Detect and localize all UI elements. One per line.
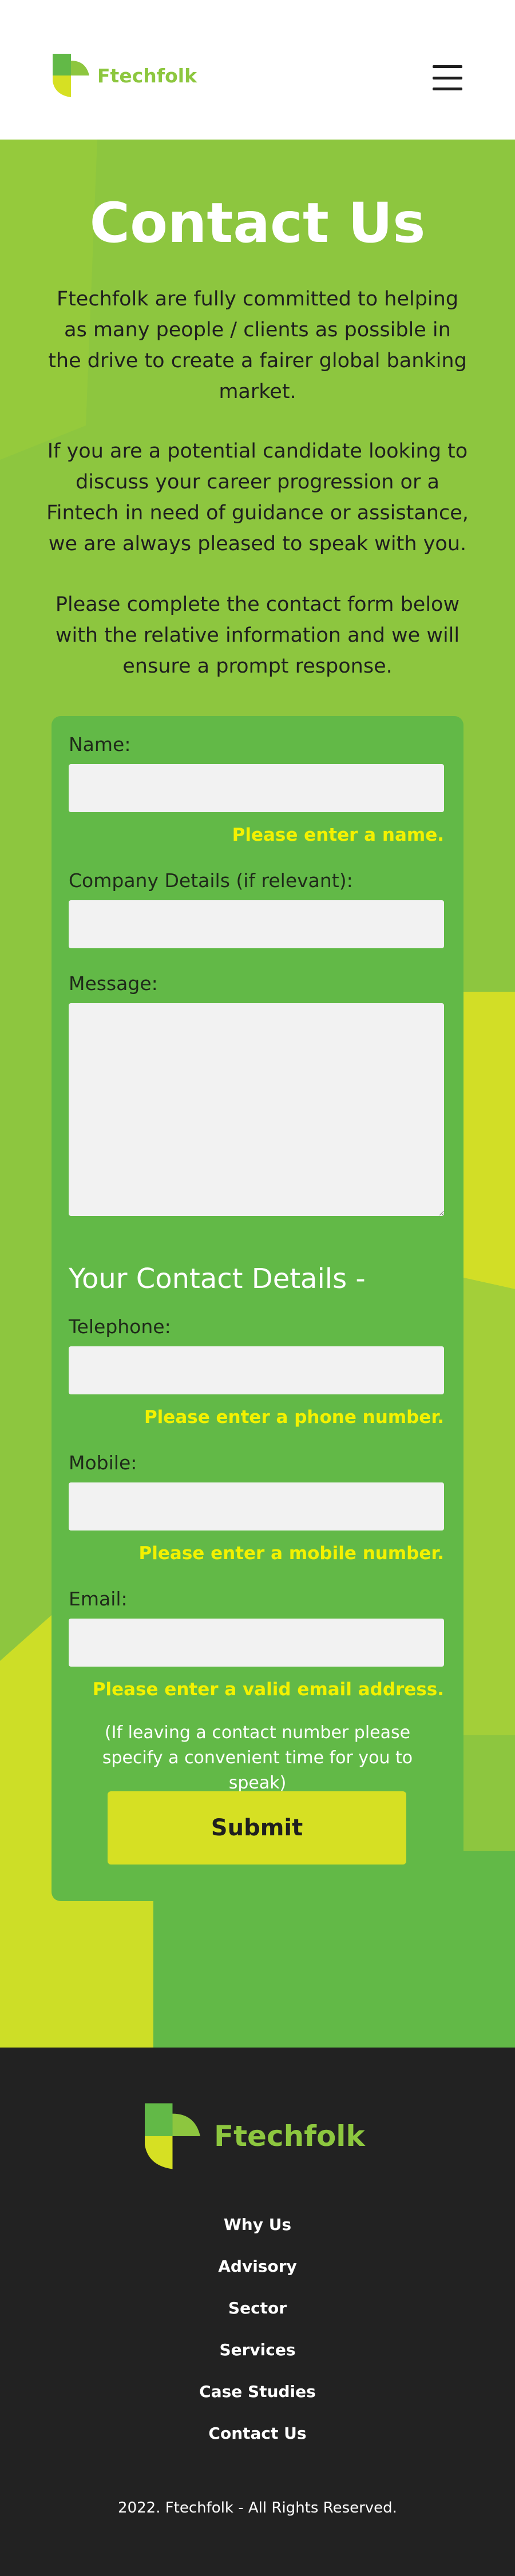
email-error-message: Please enter a valid email address.: [92, 1679, 444, 1700]
menu-bar-icon: [433, 65, 462, 68]
footer-link-advisory[interactable]: Advisory: [0, 2255, 515, 2297]
message-label: Message:: [69, 972, 158, 995]
menu-bar-icon: [433, 88, 462, 90]
contact-form: Name: Please enter a name. Company Detai…: [52, 716, 464, 1901]
mobile-error-message: Please enter a mobile number.: [138, 1543, 444, 1564]
footer-logo[interactable]: Ftechfolk: [143, 2100, 378, 2172]
header-logo-text: Ftechfolk: [97, 64, 197, 87]
footer-link-why-us[interactable]: Why Us: [0, 2213, 515, 2255]
footer-link-contact-us[interactable]: Contact Us: [0, 2422, 515, 2464]
email-input[interactable]: [69, 1619, 444, 1667]
footer-link-case-studies[interactable]: Case Studies: [0, 2380, 515, 2422]
mobile-input[interactable]: [69, 1482, 444, 1531]
intro-paragraph: Ftechfolk are fully committed to helping…: [48, 288, 467, 403]
contact-section: Contact Us Ftechfolk are fully committed…: [0, 140, 515, 2048]
company-input[interactable]: [69, 900, 444, 948]
footer-nav: Why Us Advisory Sector Services Case Stu…: [0, 2213, 515, 2464]
footer-link-sector[interactable]: Sector: [0, 2297, 515, 2339]
contact-details-heading: Your Contact Details -: [69, 1263, 366, 1295]
header-logo[interactable]: Ftechfolk: [52, 53, 200, 98]
intro-paragraph: If you are a potential candidate looking…: [46, 440, 469, 555]
footer-logo-text: Ftechfolk: [214, 2120, 365, 2153]
name-error-message: Please enter a name.: [232, 825, 444, 845]
company-label: Company Details (if relevant):: [69, 869, 353, 892]
telephone-input[interactable]: [69, 1346, 444, 1394]
site-header: Ftechfolk: [0, 0, 515, 140]
mobile-label: Mobile:: [69, 1452, 137, 1474]
email-label: Email:: [69, 1588, 128, 1610]
ftechfolk-logo-icon: [145, 2103, 200, 2169]
message-textarea[interactable]: [69, 1003, 444, 1216]
copyright-text: 2022. Ftechfolk - All Rights Reserved.: [118, 2499, 397, 2517]
hamburger-menu-icon[interactable]: [433, 65, 462, 90]
page-title: Contact Us: [89, 191, 426, 255]
menu-bar-icon: [433, 76, 462, 79]
submit-button[interactable]: Submit: [108, 1791, 406, 1865]
name-input[interactable]: [69, 764, 444, 812]
footer-link-services[interactable]: Services: [0, 2339, 515, 2380]
telephone-error-message: Please enter a phone number.: [144, 1407, 444, 1428]
contact-time-note: (If leaving a contact number please spec…: [102, 1723, 413, 1793]
name-label: Name:: [69, 733, 131, 756]
intro-paragraph: Please complete the contact form below w…: [55, 593, 460, 678]
ftechfolk-logo-icon: [53, 54, 89, 97]
telephone-label: Telephone:: [69, 1315, 171, 1338]
site-footer: Ftechfolk Why Us Advisory Sector Service…: [0, 2048, 515, 2576]
